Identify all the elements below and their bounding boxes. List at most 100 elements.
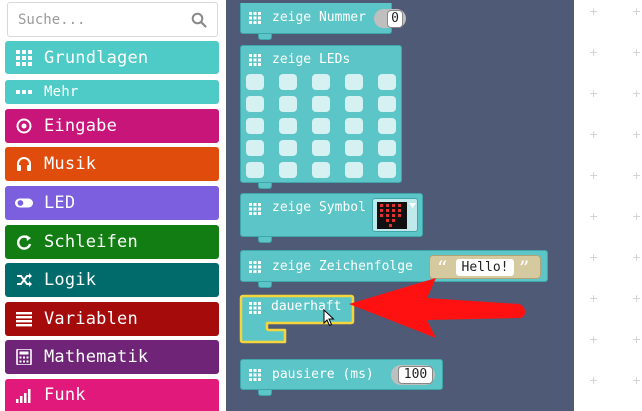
workspace[interactable]: + + + + + + + + + + + + + + + + + + + + xyxy=(574,0,642,411)
grid-cross: + xyxy=(589,333,599,346)
icon-picker[interactable] xyxy=(372,198,418,232)
led-cell[interactable] xyxy=(378,140,396,156)
grid-icon xyxy=(249,302,261,314)
red-arrow-annotation xyxy=(349,278,525,338)
grid-cross: + xyxy=(632,292,642,305)
block-notch xyxy=(258,282,272,288)
led-cell[interactable] xyxy=(246,162,264,178)
grid-cross: + xyxy=(589,251,599,264)
grid-icon xyxy=(249,369,261,381)
led-cell[interactable] xyxy=(378,96,396,112)
toggle-icon xyxy=(15,194,33,212)
block-show-icon[interactable]: zeige Symbol xyxy=(240,193,423,237)
grid-icon xyxy=(15,49,33,67)
target-icon xyxy=(15,117,33,135)
led-cell[interactable] xyxy=(345,96,363,112)
category-label: Mathematik xyxy=(44,347,149,367)
category-eingabe[interactable]: Eingabe xyxy=(5,109,219,143)
led-cell[interactable] xyxy=(312,140,330,156)
category-grundlagen[interactable]: Grundlagen xyxy=(5,41,219,74)
search-input[interactable] xyxy=(18,10,188,30)
block-label: zeige Symbol xyxy=(272,200,366,215)
list-icon xyxy=(15,310,33,328)
more-dots-icon xyxy=(15,83,33,101)
led-cell[interactable] xyxy=(246,118,264,134)
block-label: zeige LEDs xyxy=(272,52,351,67)
block-notch xyxy=(258,34,272,40)
category-label: Variablen xyxy=(44,309,138,329)
led-cell[interactable] xyxy=(378,162,396,178)
grid-cross: + xyxy=(632,87,642,100)
category-label: Eingabe xyxy=(44,116,118,136)
led-cell[interactable] xyxy=(345,74,363,90)
number-input[interactable]: 100 xyxy=(398,366,433,384)
block-flyout: zeige Nummer 0 zeige LEDs zeige Symbol z… xyxy=(226,0,574,411)
led-cell[interactable] xyxy=(246,96,264,112)
block-show-leds[interactable]: zeige LEDs xyxy=(240,45,402,183)
led-cell[interactable] xyxy=(378,118,396,134)
category-led[interactable]: LED xyxy=(5,186,219,220)
led-cell[interactable] xyxy=(345,118,363,134)
led-cell[interactable] xyxy=(246,74,264,90)
grid-icon xyxy=(249,261,261,273)
block-pause[interactable]: pausiere (ms) 100 xyxy=(240,359,443,390)
category-funk[interactable]: Funk xyxy=(5,379,219,411)
category-musik[interactable]: Musik xyxy=(5,147,219,181)
icon-preview xyxy=(377,202,407,229)
number-input[interactable]: 0 xyxy=(387,10,403,28)
category-label: Musik xyxy=(44,154,97,174)
category-label: Mehr xyxy=(44,84,79,100)
led-cell[interactable] xyxy=(345,162,363,178)
block-forever[interactable]: dauerhaft xyxy=(239,294,356,350)
led-cell[interactable] xyxy=(279,140,297,156)
category-variablen[interactable]: Variablen xyxy=(5,302,219,336)
search-box[interactable] xyxy=(7,2,218,37)
block-notch xyxy=(258,237,272,243)
grid-cross: + xyxy=(589,87,599,100)
grid-cross: + xyxy=(632,46,642,59)
category-label: Funk xyxy=(44,385,86,405)
category-schleifen[interactable]: Schleifen xyxy=(5,225,219,259)
dropdown-arrow-icon xyxy=(409,203,416,208)
led-cell[interactable] xyxy=(312,118,330,134)
headphones-icon xyxy=(15,155,33,173)
grid-cross: + xyxy=(589,5,599,18)
led-cell[interactable] xyxy=(312,74,330,90)
grid-cross: + xyxy=(632,374,642,387)
calculator-icon xyxy=(15,348,33,366)
block-notch xyxy=(258,183,272,189)
string-input[interactable]: Hello! xyxy=(456,259,514,276)
category-logik[interactable]: Logik xyxy=(5,263,219,297)
grid-cross: + xyxy=(632,333,642,346)
led-cell[interactable] xyxy=(279,74,297,90)
toolbox: Grundlagen Mehr Eingabe Musik LED Schlei… xyxy=(0,0,226,411)
block-label: zeige Zeichenfolge xyxy=(272,259,413,274)
grid-cross: + xyxy=(632,5,642,18)
grid-cross: + xyxy=(589,210,599,223)
led-cell[interactable] xyxy=(312,96,330,112)
led-cell[interactable] xyxy=(378,74,396,90)
category-mathematik[interactable]: Mathematik xyxy=(5,340,219,374)
grid-cross: + xyxy=(632,169,642,182)
led-cell[interactable] xyxy=(279,118,297,134)
category-label: LED xyxy=(44,193,76,213)
signal-icon xyxy=(15,386,33,404)
category-mehr[interactable]: Mehr xyxy=(5,80,219,104)
led-cell[interactable] xyxy=(345,140,363,156)
led-cell[interactable] xyxy=(279,96,297,112)
grid-cross: + xyxy=(589,128,599,141)
block-show-number[interactable]: zeige Nummer 0 xyxy=(240,3,406,34)
category-label: Logik xyxy=(44,270,97,290)
grid-cross: + xyxy=(632,251,642,264)
grid-cross: + xyxy=(589,374,599,387)
category-label: Grundlagen xyxy=(44,47,149,68)
search-icon[interactable] xyxy=(191,12,207,28)
block-label: zeige Nummer xyxy=(272,10,366,25)
led-cell[interactable] xyxy=(246,140,264,156)
grid-icon xyxy=(249,203,261,215)
led-cell[interactable] xyxy=(312,162,330,178)
grid-icon xyxy=(249,54,261,66)
loop-icon xyxy=(15,233,33,251)
grid-cross: + xyxy=(589,292,599,305)
led-cell[interactable] xyxy=(279,162,297,178)
